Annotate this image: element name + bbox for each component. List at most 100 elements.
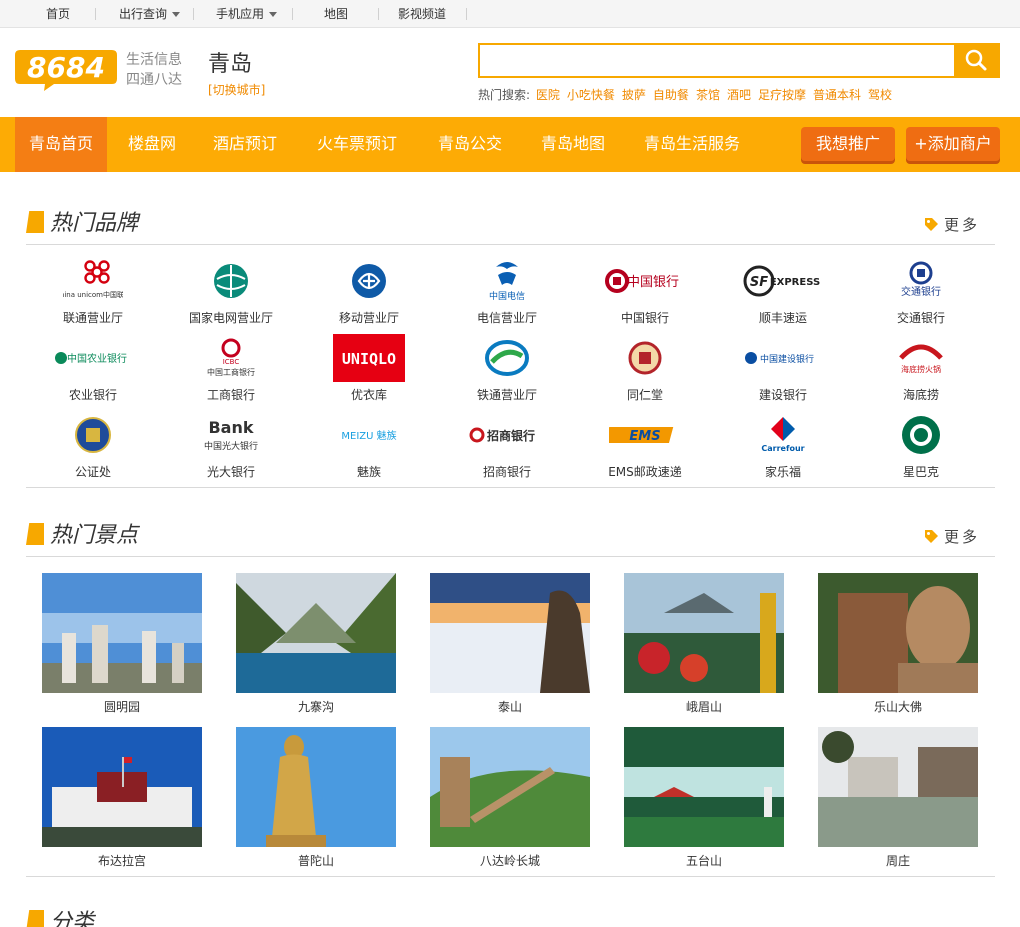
hot-search: 热门搜索: 医院 小吃快餐 披萨 自助餐 茶馆 酒吧 足疗按摩 普通本科 驾校 [478,86,899,103]
brand-item-ems[interactable]: EMS EMS邮政速递 [576,411,714,481]
spot-item-jiuzhaigou[interactable]: 九寨沟 [236,573,396,715]
site-slogan: 生活信息 四通八达 [126,50,182,90]
brand-logo: MEIZU 魅族 [300,411,438,459]
hot-search-term[interactable]: 驾校 [868,88,892,102]
hot-search-term[interactable]: 自助餐 [653,88,689,102]
brand-name: 光大银行 [206,465,255,479]
hot-search-term[interactable]: 普通本科 [813,88,861,102]
spot-name: 乐山大佛 [873,700,922,714]
promote-button[interactable]: 我想推广 [801,127,895,161]
spot-item-yuanmingyuan[interactable]: 圆明园 [42,573,202,715]
brand-item-cmb[interactable]: 招商银行 招商银行 [438,411,576,481]
brand-name: 优衣库 [350,388,387,402]
hot-search-term[interactable]: 小吃快餐 [567,88,615,102]
hot-search-term[interactable]: 披萨 [622,88,646,102]
brands-more-link[interactable]: 更多 [924,214,980,235]
brand-name: 顺丰速运 [758,311,807,325]
brand-item-notary[interactable]: 公证处 [24,411,162,481]
brand-logo [162,257,300,305]
brand-logo: 海底捞火锅 [852,334,990,382]
brand-item-tietong[interactable]: 铁通营业厅 [438,334,576,404]
spot-item-emeishan[interactable]: 峨眉山 [624,573,784,715]
nav-item-bus[interactable]: 青岛公交 [438,117,502,172]
current-city: 青岛 [208,52,253,77]
hot-search-term[interactable]: 茶馆 [696,88,720,102]
search-icon [965,49,987,71]
brand-item-everbright-bank[interactable]: Bank 中国光大银行 光大银行 [162,411,300,481]
logo-text: 8684 [27,51,105,84]
spot-name: 布达拉宫 [97,854,146,868]
spots-more-link[interactable]: 更多 [924,526,980,547]
topbar-mobile-apps-menu[interactable]: 手机应用 [216,0,278,28]
nav-item-home[interactable]: 青岛首页 [15,117,107,172]
brand-item-bank-of-communications[interactable]: 交通银行 交通银行 [852,257,990,327]
spot-photo [624,573,784,693]
brand-logo: 交通银行 [852,257,990,305]
spot-item-putuoshan[interactable]: 普陀山 [236,727,396,869]
brand-item-state-grid[interactable]: 国家电网营业厅 [162,257,300,327]
brand-logo-text: 中国工商银行 [207,367,255,377]
svg-text:Bank: Bank [208,418,253,437]
brand-item-haidilao[interactable]: 海底捞火锅 海底捞 [852,334,990,404]
brand-name: 中国银行 [620,311,669,325]
nav-item-hotel[interactable]: 酒店预订 [213,117,277,172]
brand-item-starbucks[interactable]: 星巴克 [852,411,990,481]
brand-item-meizu[interactable]: MEIZU 魅族 魅族 [300,411,438,481]
brand-name: 公证处 [74,465,111,479]
spot-item-wutaishan[interactable]: 五台山 [624,727,784,869]
nav-item-train-tickets[interactable]: 火车票预订 [317,117,397,172]
spot-item-potala-palace[interactable]: 布达拉宫 [42,727,202,869]
topbar-map-link[interactable]: 地图 [324,0,348,28]
spot-photo [42,573,202,693]
brand-logo: Bank 中国光大银行 [162,411,300,459]
category-section-title: 分类 [50,910,95,927]
brand-logo: EMS [576,411,714,459]
brand-name: 海底捞 [902,388,939,402]
spots-section-title: 热门景点 [50,523,139,548]
topbar-home-link[interactable]: 首页 [46,0,70,28]
spots-more-label: 更多 [944,528,981,546]
topbar-video-link[interactable]: 影视频道 [398,0,446,28]
brand-name: 招商银行 [482,465,531,479]
spot-item-leshan-buddha[interactable]: 乐山大佛 [818,573,978,715]
nav-item-real-estate[interactable]: 楼盘网 [128,117,176,172]
brand-item-carrefour[interactable]: Carrefour 家乐福 [714,411,852,481]
brand-logo-text: China unicom中国联通 [63,290,123,299]
hot-search-term[interactable]: 酒吧 [727,88,751,102]
add-merchant-button[interactable]: +添加商户 [906,127,1000,161]
spot-item-zhouzhuang[interactable]: 周庄 [818,727,978,869]
spot-item-badaling[interactable]: 八达岭长城 [430,727,590,869]
spot-name: 八达岭长城 [479,854,540,868]
hot-search-term[interactable]: 医院 [536,88,560,102]
search-input[interactable] [480,45,954,76]
switch-city-link[interactable]: [切换城市] [208,81,265,98]
brand-item-tongrentang[interactable]: 同仁堂 [576,334,714,404]
topbar-travel-query-menu[interactable]: 出行查询 [119,0,181,28]
brand-logo: 中国电信 [438,257,576,305]
brand-logo-text: EXPRESS [770,277,820,288]
brand-item-sf-express[interactable]: SF EXPRESS 顺丰速运 [714,257,852,327]
nav-item-life-services[interactable]: 青岛生活服务 [644,117,740,172]
brand-logo: ICBC 中国工商银行 [162,334,300,382]
top-bar: 首页 出行查询 手机应用 地图 影视频道 [0,0,1020,28]
brand-logo [24,411,162,459]
section-divider [26,487,995,488]
brand-item-ccb[interactable]: 中国建设银行 建设银行 [714,334,852,404]
brand-item-uniqlo[interactable]: UNIQLO 优衣库 [300,334,438,404]
spot-item-taishan[interactable]: 泰山 [430,573,590,715]
search-button[interactable] [954,43,1000,78]
brand-logo: China unicom中国联通 [24,257,162,305]
brand-logo-text: 中国农业银行 [67,352,127,365]
hot-search-term[interactable]: 足疗按摩 [758,88,806,102]
brand-item-bank-of-china[interactable]: 中国银行 中国银行 [576,257,714,327]
site-logo[interactable]: 8684 [14,46,118,92]
spot-photo [236,573,396,693]
nav-item-map[interactable]: 青岛地图 [541,117,605,172]
brand-logo-text: 中国电信 [489,290,525,302]
brand-item-icbc[interactable]: ICBC 中国工商银行 工商银行 [162,334,300,404]
tag-icon [925,530,938,543]
brand-item-agricultural-bank[interactable]: 中国农业银行 农业银行 [24,334,162,404]
brand-item-china-telecom[interactable]: 中国电信 电信营业厅 [438,257,576,327]
brand-item-unicom[interactable]: China unicom中国联通 联通营业厅 [24,257,162,327]
brand-item-china-mobile[interactable]: 移动营业厅 [300,257,438,327]
